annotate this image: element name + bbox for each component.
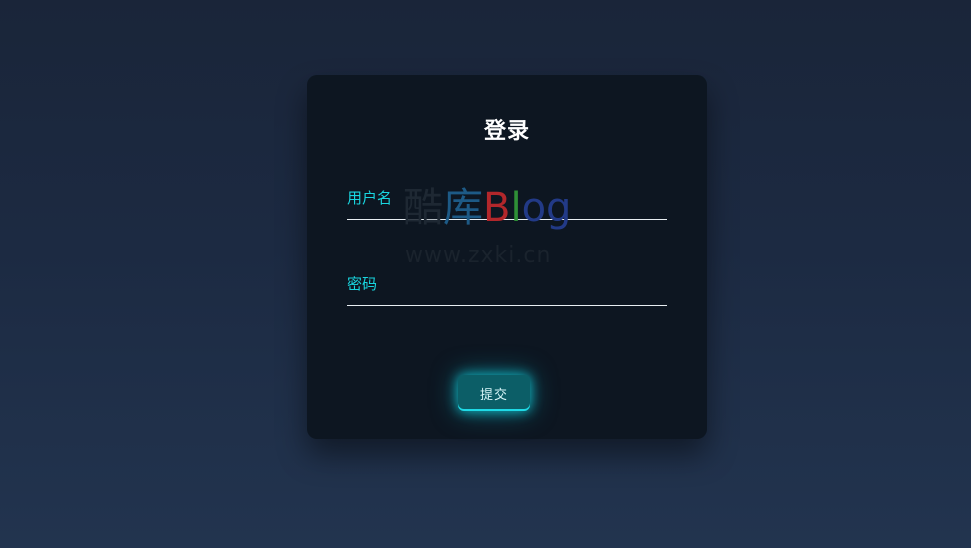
login-title: 登录 (483, 118, 530, 144)
submit-button[interactable]: 提交 (458, 375, 530, 411)
password-input[interactable] (347, 271, 671, 307)
username-field[interactable]: 用户名 (347, 185, 671, 221)
password-field[interactable]: 密码 (347, 271, 671, 307)
watermark-url: www.zxki.cn (405, 243, 552, 268)
login-card: 登录 用户名 密码 酷库Blog www.zxki.cn 提交 (307, 75, 707, 439)
username-input[interactable] (347, 185, 671, 221)
